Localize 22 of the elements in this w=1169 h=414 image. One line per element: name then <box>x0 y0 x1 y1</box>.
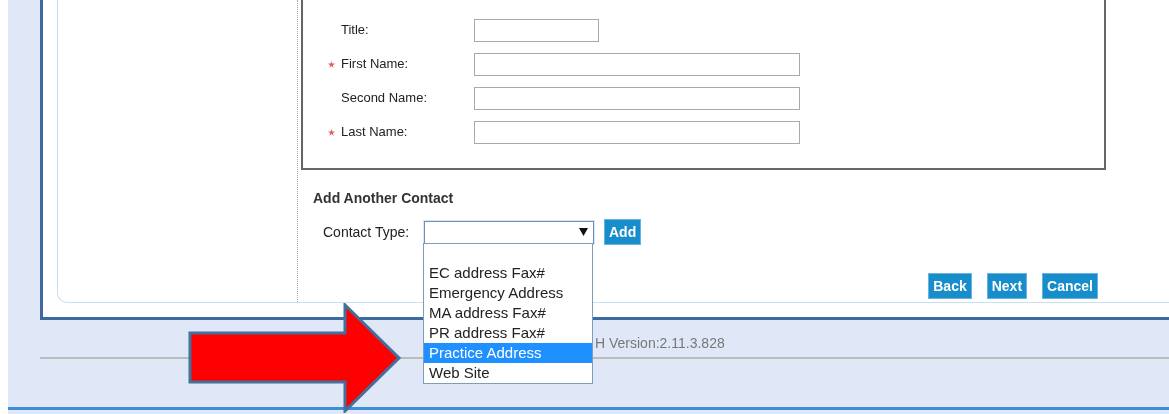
input-field[interactable] <box>474 18 599 42</box>
input-field[interactable] <box>474 86 800 110</box>
dropdown-option[interactable]: EC address Fax# <box>424 263 592 283</box>
dropdown-option[interactable]: Web Site <box>424 363 592 383</box>
version-text: H Version:2.11.3.828 <box>595 334 725 353</box>
dropdown-option[interactable]: Emergency Address <box>424 283 592 303</box>
input-field[interactable] <box>474 120 800 144</box>
caret-icon <box>579 228 588 236</box>
nav-button[interactable]: Next <box>986 273 1028 299</box>
input-field[interactable] <box>474 52 800 76</box>
dropdown-option[interactable]: MA address Fax# <box>424 303 592 323</box>
field-label: First Name: <box>341 55 410 74</box>
contact-type-dropdown[interactable] <box>424 220 594 244</box>
field-label: Last Name: <box>341 123 409 142</box>
dropdown-option[interactable]: PR address Fax# <box>424 323 592 343</box>
field-label: Contact Type: <box>323 222 411 242</box>
nav-button[interactable]: Back <box>928 273 972 299</box>
add-button[interactable]: Add <box>604 219 642 245</box>
field-label: Title: <box>341 21 370 40</box>
field-label: Second Name: <box>341 89 428 108</box>
nav-button[interactable]: Cancel <box>1042 273 1098 299</box>
section-heading: Add Another Contact <box>313 189 455 208</box>
